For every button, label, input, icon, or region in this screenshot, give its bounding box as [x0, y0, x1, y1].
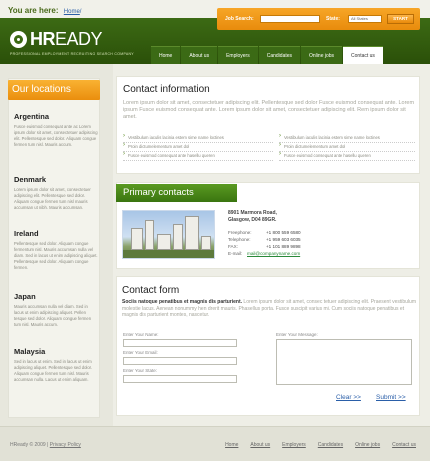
- contact-form-lead: Sociis natoque penatibus et magnis dis p…: [122, 299, 418, 319]
- location-text: Lorem ipsum dolor sit amet, consectetuer…: [14, 187, 91, 210]
- list-item[interactable]: Proin dictumelementum amet dol: [279, 142, 415, 152]
- contact-links-right: Vestibulum iaculis lacinia estem sime na…: [279, 133, 415, 161]
- address-line2: Glasgow, D04 89GR.: [228, 217, 277, 223]
- location-name: Japan: [14, 292, 36, 301]
- location-text: Pellentesque sed dolor. Aliquam congue f…: [14, 241, 98, 270]
- address-line1: 8901 Marmora Road,: [228, 210, 277, 216]
- logo[interactable]: HREADY: [10, 29, 103, 49]
- list-item[interactable]: Vestibulum iaculis lacinia estem sime na…: [279, 133, 415, 143]
- job-search-input[interactable]: [260, 15, 320, 23]
- footer-separator: |: [47, 442, 49, 448]
- office-photo: [122, 210, 215, 259]
- message-textarea[interactable]: [276, 339, 412, 385]
- state-select[interactable]: All States: [348, 15, 382, 23]
- copyright-text: HReady © 2009: [10, 442, 46, 448]
- submit-button[interactable]: Submit >>: [376, 394, 406, 401]
- building-shape: [157, 234, 171, 250]
- copyright: HReady © 2009 | Privacy Policy: [10, 442, 81, 448]
- logo-ready: EADY: [55, 29, 103, 49]
- state-label: State:: [326, 16, 340, 22]
- footer-nav: Home About us Employers Candidates Onlin…: [213, 442, 416, 448]
- tab-employers[interactable]: Employers: [218, 46, 258, 64]
- name-label: Enter Your Name:: [123, 332, 159, 337]
- email-link[interactable]: mail@companyname.com: [247, 251, 300, 256]
- list-item[interactable]: Vestibulum iaculis lacinia estem sime na…: [123, 133, 273, 143]
- breadcrumb: You are here: Home/: [8, 6, 81, 15]
- freephone-label: Freephone:: [228, 230, 252, 235]
- tab-about-us[interactable]: About us: [181, 46, 218, 64]
- location-name: Argentina: [14, 112, 50, 121]
- building-shape: [173, 224, 183, 250]
- job-search-label: Job Search:: [225, 16, 254, 22]
- location-denmark: Denmark Lorem ipsum dolor sit amet, cons…: [14, 175, 98, 211]
- freephone-value: +1 800 559 6580: [266, 230, 301, 235]
- location-name: Malaysia: [14, 347, 46, 356]
- logo-icon: [10, 31, 27, 48]
- state-field[interactable]: [123, 375, 237, 383]
- location-text: Fusce euismod consequat ante ac Lorem ip…: [14, 124, 98, 147]
- list-item[interactable]: Fusce euismod consequat ante hasellu que…: [123, 151, 273, 161]
- telephone-value: +1 959 603 6035: [266, 237, 301, 242]
- footer-link-employers[interactable]: Employers: [282, 442, 306, 448]
- site-footer: HReady © 2009 | Privacy Policy Home Abou…: [0, 426, 430, 461]
- location-japan: Japan Mauris accumsan nulla vel diam. Se…: [14, 292, 98, 328]
- location-text: Mauris accumsan nulla vel diam. Sed in l…: [14, 304, 92, 327]
- name-input[interactable]: [123, 339, 237, 347]
- clear-button[interactable]: Clear >>: [336, 394, 361, 401]
- tab-home[interactable]: Home: [151, 46, 181, 64]
- telephone-label: Telephone:: [228, 237, 251, 242]
- job-search-bar: Job Search: State: All States START: [217, 8, 420, 30]
- trees: [123, 250, 214, 258]
- logo-tagline: PROFESSIONAL EMPLOYMENT RECRUITING SEARC…: [10, 52, 134, 56]
- main-nav: Home About us Employers Candidates Onlin…: [151, 46, 384, 64]
- email-label: E-mail:: [228, 251, 243, 256]
- contact-info-card: Contact information Lorem ipsum dolor si…: [116, 76, 420, 174]
- footer-link-online-jobs[interactable]: Online jobs: [355, 442, 380, 448]
- location-argentina: Argentina Fusce euismod consequat ante a…: [14, 112, 98, 148]
- breadcrumb-home-link[interactable]: Home: [64, 9, 80, 15]
- footer-link-about-us[interactable]: About us: [250, 442, 270, 448]
- building-shape: [201, 236, 211, 250]
- logo-text: HREADY: [30, 29, 103, 49]
- logo-hr: HR: [30, 29, 56, 49]
- contact-form-title: Contact form: [122, 285, 180, 296]
- state-select-value: All States: [351, 16, 368, 21]
- contact-form-lead-bold: Sociis natoque penatibus et magnis dis p…: [122, 299, 243, 305]
- tab-contact-us[interactable]: Contact us: [343, 46, 383, 64]
- footer-link-contact-us[interactable]: Contact us: [392, 442, 416, 448]
- building-shape: [131, 228, 143, 250]
- location-malaysia: Malaysia Sed in lacus ut enim. Sed in la…: [14, 347, 98, 383]
- search-start-button[interactable]: START: [387, 14, 414, 24]
- tab-candidates[interactable]: Candidates: [258, 46, 301, 64]
- state-field-label: Enter Your State:: [123, 368, 158, 373]
- contact-links-left: Vestibulum iaculis lacinia estem sime na…: [123, 133, 273, 161]
- building-shape: [185, 216, 199, 250]
- building-shape: [145, 220, 154, 250]
- primary-contacts-title: Primary contacts: [116, 184, 237, 202]
- privacy-policy-link[interactable]: Privacy Policy: [50, 442, 81, 448]
- location-text: Sed in lacus ut enim. Sed in lacus ut en…: [14, 359, 92, 382]
- footer-link-home[interactable]: Home: [225, 442, 238, 448]
- contact-info-intro: Lorem ipsum dolor sit amet, consectetuer…: [123, 100, 415, 120]
- list-item[interactable]: Proin dictumelementum amet dol: [123, 142, 273, 152]
- tab-online-jobs[interactable]: Online jobs: [301, 46, 343, 64]
- footer-link-candidates[interactable]: Candidates: [318, 442, 343, 448]
- message-label: Enter Your Message:: [276, 332, 318, 337]
- location-ireland: Ireland Pellentesque sed dolor. Aliquam …: [14, 229, 98, 271]
- location-name: Denmark: [14, 175, 47, 184]
- email-field-label: Enter Your Email:: [123, 350, 158, 355]
- location-name: Ireland: [14, 229, 39, 238]
- breadcrumb-separator: /: [79, 9, 82, 15]
- contact-info-title: Contact information: [123, 84, 210, 95]
- breadcrumb-label: You are here:: [8, 6, 59, 15]
- email-field[interactable]: [123, 357, 237, 365]
- sidebar-title: Our locations: [8, 80, 100, 100]
- fax-label: FAX:: [228, 244, 238, 249]
- fax-value: +1 101 889 9898: [266, 244, 301, 249]
- list-item[interactable]: Fusce euismod consequat ante hasellu que…: [279, 151, 415, 161]
